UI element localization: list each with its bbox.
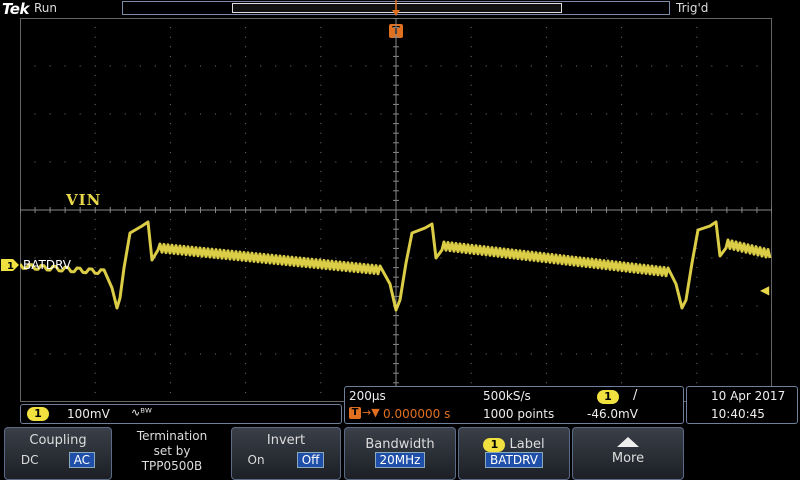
coupling-button[interactable]: Coupling DC AC	[4, 427, 112, 480]
label-title: Label	[509, 437, 545, 452]
bandwidth-value: 20MHz	[374, 452, 426, 468]
trigger-position-icon	[392, 0, 400, 16]
timebase-readout[interactable]: 200µs 500kS/s 1 / T →▼ 0.000000 s 1000 p…	[344, 386, 684, 424]
date-display: 10 Apr 2017	[711, 389, 786, 403]
invert-off-option[interactable]: Off	[296, 452, 325, 468]
graticule-grid	[20, 18, 772, 402]
time-per-div: 200µs	[349, 389, 386, 403]
trigger-level-marker-icon[interactable]: ◀	[760, 283, 769, 297]
datetime-readout[interactable]: 10 Apr 2017 10:40:45	[686, 386, 798, 424]
coupling-dc-option[interactable]: DC	[21, 453, 39, 467]
label-channel-badge: 1	[483, 438, 506, 452]
ch1-marker-number: 1	[7, 261, 14, 272]
ch1-ground-marker-icon[interactable]: 1	[0, 258, 20, 272]
coupling-title: Coupling	[29, 433, 87, 448]
termination-probe: TPP0500B	[141, 459, 203, 473]
time-display: 10:40:45	[711, 407, 765, 421]
ch1-scale-readout[interactable]: 1 100mV ∿ᴮᵂ	[20, 404, 342, 424]
trigger-level: -46.0mV	[587, 407, 638, 421]
termination-line1: Termination	[136, 429, 208, 443]
trigger-arrow-icon: →▼	[362, 406, 380, 419]
label-button[interactable]: 1 Label BATDRV	[458, 427, 570, 480]
record-length: 1000 points	[483, 407, 555, 421]
sample-rate: 500kS/s	[483, 389, 531, 403]
invert-on-option[interactable]: On	[248, 453, 265, 467]
ch1-waveform-label: BATDRV	[23, 258, 71, 272]
trigger-slope-icon: /	[633, 388, 638, 403]
trigger-status: Trig'd	[676, 1, 709, 15]
label-value: BATDRV	[485, 452, 543, 468]
ch1-volts-per-div: 100mV	[67, 407, 110, 421]
coupling-ac-option[interactable]: AC	[68, 452, 96, 468]
termination-line2: set by	[153, 444, 191, 458]
trigger-position-t-icon: T	[349, 407, 361, 419]
invert-title: Invert	[266, 433, 306, 448]
trigger-position: 0.000000 s	[383, 407, 451, 421]
tek-logo: Tek	[2, 0, 29, 18]
bandwidth-limit-icon: ∿ᴮᵂ	[131, 406, 152, 419]
bandwidth-button[interactable]: Bandwidth 20MHz	[344, 427, 456, 480]
more-button[interactable]: More	[572, 427, 684, 480]
invert-button[interactable]: Invert On Off	[231, 427, 341, 480]
bandwidth-title: Bandwidth	[365, 437, 435, 452]
waveform-annotation: VIN	[66, 191, 102, 209]
ch1-badge: 1	[27, 407, 49, 421]
trigger-source-badge: 1	[597, 390, 619, 404]
termination-info: Termination set by TPP0500B	[116, 427, 228, 480]
waveform-display[interactable]	[20, 18, 772, 402]
chevron-up-icon	[617, 437, 639, 447]
more-title: More	[611, 451, 645, 466]
acquisition-status: Run	[34, 1, 58, 15]
